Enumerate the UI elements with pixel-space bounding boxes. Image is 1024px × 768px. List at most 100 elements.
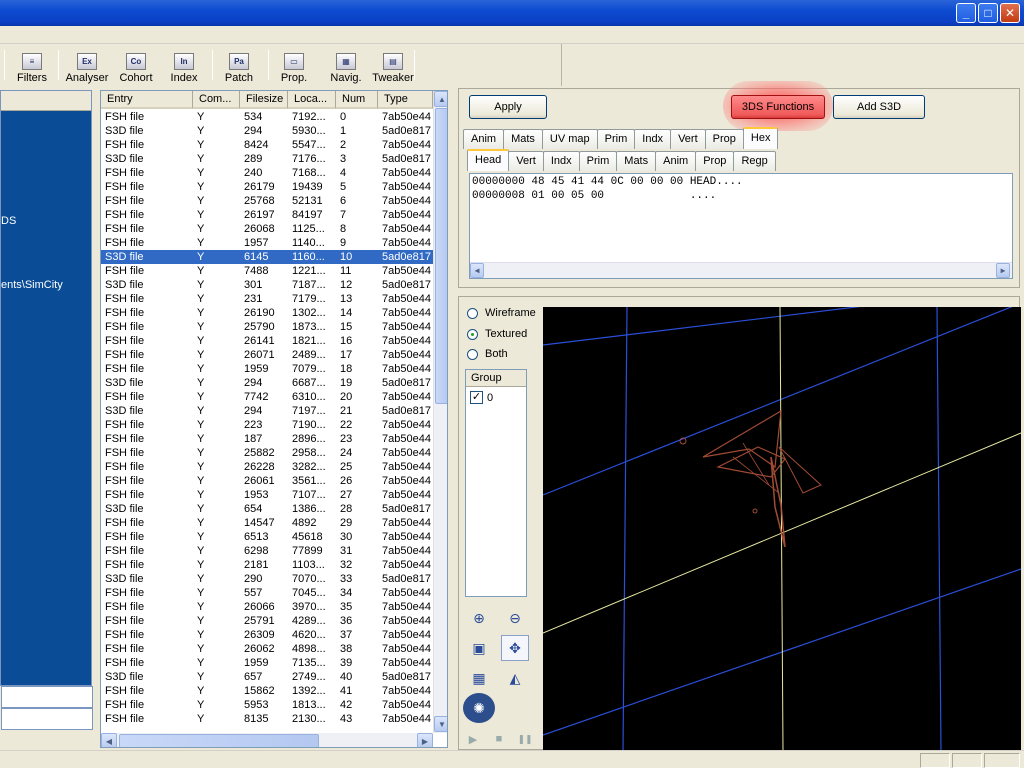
stop-icon[interactable]: ■: [489, 729, 509, 749]
horizontal-scroll-thumb[interactable]: [119, 734, 319, 747]
tab-mats[interactable]: Mats: [503, 129, 543, 149]
table-row[interactable]: FSH file Y 25882 2958... 24 7ab50e44: [101, 446, 433, 460]
table-row[interactable]: FSH file Y 2181 1103... 32 7ab50e44: [101, 558, 433, 572]
navigator-field-1[interactable]: [1, 686, 93, 708]
table-row[interactable]: S3D file Y 294 7197... 21 5ad0e817: [101, 404, 433, 418]
play-icon[interactable]: ▶: [463, 729, 483, 749]
table-row[interactable]: FSH file Y 231 7179... 13 7ab50e44: [101, 292, 433, 306]
tab-prop[interactable]: Prop: [704, 129, 744, 149]
hex-scroll-left-button[interactable]: ◀: [470, 263, 484, 278]
table-row[interactable]: FSH file Y 240 7168... 4 7ab50e44: [101, 166, 433, 180]
table-row[interactable]: FSH file Y 1953 7107... 27 7ab50e44: [101, 488, 433, 502]
table-row[interactable]: S3D file Y 294 6687... 19 5ad0e817: [101, 376, 433, 390]
table-row[interactable]: S3D file Y 294 5930... 1 5ad0e817: [101, 124, 433, 138]
toolbar-filters-button[interactable]: ≡ Filters: [12, 48, 52, 84]
scroll-down-button[interactable]: ▼: [434, 716, 447, 732]
table-row[interactable]: FSH file Y 223 7190... 22 7ab50e44: [101, 418, 433, 432]
table-row[interactable]: FSH file Y 15862 1392... 41 7ab50e44: [101, 684, 433, 698]
toolbar-prop-button[interactable]: ▭ Prop.: [278, 48, 310, 84]
table-row[interactable]: FSH file Y 26179 19439 5 7ab50e44: [101, 180, 433, 194]
table-row[interactable]: FSH file Y 6513 45618 30 7ab50e44: [101, 530, 433, 544]
horizontal-scrollbar[interactable]: ◀ ▶: [101, 733, 433, 747]
apply-button[interactable]: Apply: [469, 95, 547, 119]
hex-view[interactable]: 00000000 48 45 41 44 0C 00 00 00 HEAD...…: [469, 173, 1013, 279]
hex-horizontal-scrollbar[interactable]: ◀ ▶: [470, 262, 1012, 278]
table-row[interactable]: FSH file Y 187 2896... 23 7ab50e44: [101, 432, 433, 446]
group-list[interactable]: Group ✓ 0: [465, 369, 527, 597]
table-row-selected[interactable]: S3D file Y 6145 1160... 10 5ad0e817: [101, 250, 433, 264]
scroll-left-button[interactable]: ◀: [101, 733, 117, 747]
grid-toggle-icon[interactable]: ▦: [465, 665, 493, 691]
table-row[interactable]: FSH file Y 26071 2489... 17 7ab50e44: [101, 348, 433, 362]
table-row[interactable]: FSH file Y 25791 4289... 36 7ab50e44: [101, 614, 433, 628]
table-row[interactable]: FSH file Y 26141 1821... 16 7ab50e44: [101, 334, 433, 348]
toolbar-cohort-button[interactable]: Co Cohort: [116, 48, 156, 84]
table-row[interactable]: S3D file Y 654 1386... 28 5ad0e817: [101, 502, 433, 516]
toolbar-navig-button[interactable]: ▦ Navig.: [326, 48, 366, 84]
subtab-head[interactable]: Head: [467, 149, 510, 171]
3d-viewport[interactable]: [543, 307, 1021, 751]
group-list-header[interactable]: Group: [466, 370, 526, 387]
toolbar-tweaker-button[interactable]: ▤ Tweaker: [370, 48, 416, 84]
table-row[interactable]: FSH file Y 534 7192... 0 7ab50e44: [101, 110, 433, 124]
lighting-icon[interactable]: ✺: [463, 693, 495, 723]
table-row[interactable]: S3D file Y 290 7070... 33 5ad0e817: [101, 572, 433, 586]
table-row[interactable]: S3D file Y 289 7176... 3 5ad0e817: [101, 152, 433, 166]
tab-anim[interactable]: Anim: [463, 129, 505, 149]
navigator-field-2[interactable]: [1, 708, 93, 730]
table-row[interactable]: FSH file Y 6298 77899 31 7ab50e44: [101, 544, 433, 558]
checkbox-checked-icon[interactable]: ✓: [470, 391, 483, 404]
table-row[interactable]: FSH file Y 25768 52131 6 7ab50e44: [101, 194, 433, 208]
maximize-button[interactable]: □: [978, 3, 998, 23]
navigator-text-fragment[interactable]: DS: [1, 215, 16, 227]
table-row[interactable]: FSH file Y 8135 2130... 43 7ab50e44: [101, 712, 433, 726]
hex-scroll-right-button[interactable]: ▶: [996, 263, 1010, 278]
table-row[interactable]: FSH file Y 1959 7079... 18 7ab50e44: [101, 362, 433, 376]
radio-dot[interactable]: [467, 307, 478, 319]
tab-hex[interactable]: Hex: [742, 127, 779, 149]
column-header-filesize[interactable]: Filesize: [240, 91, 288, 109]
tab-uvmap[interactable]: UV map: [541, 129, 598, 149]
vertical-scroll-thumb[interactable]: [435, 108, 447, 404]
column-header-entry[interactable]: Entry: [101, 91, 193, 109]
add-s3d-button[interactable]: Add S3D: [833, 95, 925, 119]
column-header-type[interactable]: Type: [378, 91, 433, 109]
toolbar-patch-button[interactable]: Pa Patch: [220, 48, 258, 84]
table-row[interactable]: FSH file Y 8424 5547... 2 7ab50e44: [101, 138, 433, 152]
radio-textured[interactable]: Textured: [467, 328, 527, 340]
perspective-icon[interactable]: ◭: [501, 665, 529, 691]
table-row[interactable]: FSH file Y 26062 4898... 38 7ab50e44: [101, 642, 433, 656]
tab-indx[interactable]: Indx: [634, 129, 672, 149]
radio-dot[interactable]: [467, 328, 478, 340]
table-row[interactable]: FSH file Y 26066 3970... 35 7ab50e44: [101, 600, 433, 614]
tab-vert[interactable]: Vert: [670, 129, 706, 149]
subtab-anim[interactable]: Anim: [655, 151, 697, 171]
pause-icon[interactable]: ❚❚: [515, 729, 535, 749]
toolbar-index-button[interactable]: In Index: [166, 48, 202, 84]
column-header-compressed[interactable]: Com...: [193, 91, 240, 109]
radio-dot[interactable]: [467, 348, 478, 360]
file-list[interactable]: Entry Com... Filesize Loca... Num Type F…: [100, 90, 448, 748]
subtab-regp[interactable]: Regp: [733, 151, 776, 171]
table-row[interactable]: FSH file Y 7488 1221... 11 7ab50e44: [101, 264, 433, 278]
fit-view-icon[interactable]: ▣: [465, 635, 493, 661]
table-row[interactable]: FSH file Y 14547 4892 29 7ab50e44: [101, 516, 433, 530]
column-header-location[interactable]: Loca...: [288, 91, 336, 109]
rotate-view-icon[interactable]: ✥: [501, 635, 529, 661]
scroll-up-button[interactable]: ▲: [434, 91, 447, 107]
navigator-path-fragment[interactable]: ents\SimCity: [1, 279, 63, 291]
minimize-button[interactable]: _: [956, 3, 976, 23]
table-row[interactable]: FSH file Y 26228 3282... 25 7ab50e44: [101, 460, 433, 474]
3ds-functions-button[interactable]: 3DS Functions: [731, 95, 825, 119]
radio-wireframe[interactable]: Wireframe: [467, 307, 536, 319]
subtab-mats[interactable]: Mats: [616, 151, 657, 171]
subtab-vert[interactable]: Vert: [508, 151, 544, 171]
column-header-num[interactable]: Num: [336, 91, 378, 109]
table-row[interactable]: FSH file Y 26190 1302... 14 7ab50e44: [101, 306, 433, 320]
table-row[interactable]: FSH file Y 7742 6310... 20 7ab50e44: [101, 390, 433, 404]
subtab-indx[interactable]: Indx: [542, 151, 580, 171]
zoom-in-icon[interactable]: ⊕: [465, 605, 493, 631]
table-row[interactable]: FSH file Y 1957 1140... 9 7ab50e44: [101, 236, 433, 250]
tab-prim[interactable]: Prim: [596, 129, 636, 149]
table-row[interactable]: FSH file Y 5953 1813... 42 7ab50e44: [101, 698, 433, 712]
